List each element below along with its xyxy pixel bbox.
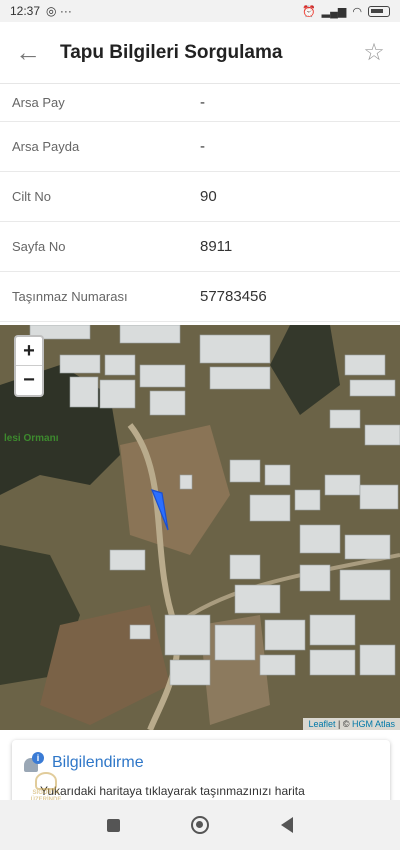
satellite-imagery <box>0 325 400 730</box>
property-info-list: Arsa Pay - Arsa Payda - Cilt No 90 Sayfa… <box>0 84 400 322</box>
attribution-separator: | © <box>335 719 352 729</box>
system-nav-bar <box>0 800 400 850</box>
zoom-control: + − <box>14 335 44 397</box>
star-outline-icon: ☆ <box>363 39 385 66</box>
info-label: Arsa Pay <box>12 95 65 110</box>
back-button[interactable]: ← <box>0 22 56 84</box>
info-value: 8911 <box>200 238 233 255</box>
hgm-atlas-link[interactable]: HGM Atlas <box>352 719 395 729</box>
leaflet-link[interactable]: Leaflet <box>308 719 335 729</box>
info-value: - <box>200 138 205 155</box>
watermark-line-1: SİGORTA <box>32 790 60 796</box>
satellite-map[interactable]: lesi Ormanı + − Leaflet | © HGM Atlas <box>0 325 400 730</box>
zoom-out-button[interactable]: − <box>16 366 42 395</box>
home-button[interactable] <box>180 805 220 845</box>
info-row-arsa-payda: Arsa Payda - <box>0 122 400 172</box>
map-attribution: Leaflet | © HGM Atlas <box>303 718 400 730</box>
map-place-label: lesi Ormanı <box>4 433 59 444</box>
info-label: Taşınmaz Numarası <box>12 289 128 304</box>
status-time: 12:37 <box>10 4 41 18</box>
zoom-in-button[interactable]: + <box>16 337 42 366</box>
status-bar: 12:37 ◎ ··· ⏰ ▂▄▆ ◠ <box>0 0 400 22</box>
info-row-arsa-pay: Arsa Pay - <box>0 84 400 122</box>
page-title: Tapu Bilgileri Sorgulama <box>60 41 283 63</box>
home-icon <box>190 816 209 834</box>
battery-icon <box>368 5 390 17</box>
info-row-tasinmaz-numarasi: Taşınmaz Numarası 57783456 <box>0 272 400 322</box>
back-icon <box>280 817 293 833</box>
info-label: Sayfa No <box>12 239 66 254</box>
user-info-icon: i <box>22 752 44 774</box>
info-card-title: Bilgilendirme <box>52 754 144 771</box>
info-value: 90 <box>200 188 217 205</box>
app-bar: ← Tapu Bilgileri Sorgulama ☆ <box>0 22 400 84</box>
info-value: - <box>200 94 205 111</box>
info-row-cilt-no: Cilt No 90 <box>0 172 400 222</box>
status-notification-icons: ◎ ··· <box>46 4 72 18</box>
info-label: Arsa Payda <box>12 139 80 154</box>
recent-apps-icon <box>106 818 120 832</box>
recent-apps-button[interactable] <box>93 805 133 845</box>
alarm-icon: ⏰ <box>301 5 316 18</box>
crest-icon <box>35 772 57 790</box>
arrow-left-icon: ← <box>15 37 41 67</box>
favorite-button[interactable]: ☆ <box>348 22 400 84</box>
info-row-sayfa-no: Sayfa No 8911 <box>0 222 400 272</box>
signal-icon: ▂▄▆ <box>321 5 347 18</box>
system-back-button[interactable] <box>267 805 307 845</box>
info-label: Cilt No <box>12 189 52 204</box>
wifi-icon: ◠ <box>352 5 362 18</box>
info-value: 57783456 <box>200 288 267 305</box>
